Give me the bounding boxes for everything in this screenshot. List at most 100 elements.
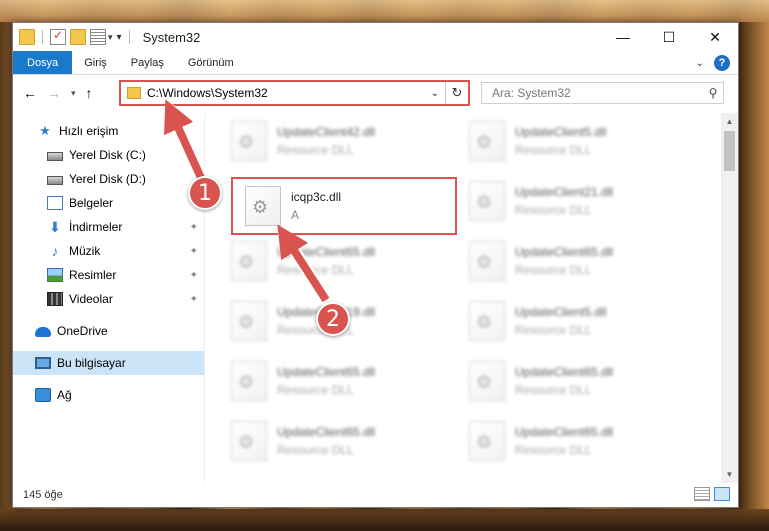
item-count: 145 öğe xyxy=(23,489,63,501)
pin-icon[interactable]: ✦ xyxy=(190,246,198,257)
sidebar-item-label: Yerel Disk (D:) xyxy=(69,172,146,186)
sidebar-item-label: Ağ xyxy=(57,388,72,402)
file-item[interactable]: UpdateClient65.dll Resource DLL xyxy=(219,415,439,467)
drive-icon xyxy=(47,176,63,185)
details-view-icon[interactable] xyxy=(694,487,710,501)
help-icon[interactable]: ? xyxy=(714,55,730,71)
view-buttons xyxy=(694,487,730,501)
customize-toolbar-icon[interactable]: ▾ xyxy=(117,32,122,43)
dll-file-icon xyxy=(231,421,267,461)
file-item[interactable]: UpdateClient65.dll Resource DLL xyxy=(219,235,439,287)
file-type: A xyxy=(291,208,300,222)
window-title: System32 xyxy=(142,29,201,45)
sidebar-item-network[interactable]: Ağ xyxy=(13,383,204,407)
refresh-icon[interactable]: ↻ xyxy=(446,85,468,101)
address-bar[interactable]: C:\Windows\System32 ⌄ ↻ xyxy=(119,80,470,106)
file-item[interactable]: UpdateClient42.dll Resource DLL xyxy=(219,115,439,167)
sidebar-item-label: OneDrive xyxy=(57,324,108,338)
explorer-body: ★ Hızlı erişim Yerel Disk (C:) Yerel Dis… xyxy=(13,113,738,483)
drive-icon xyxy=(47,152,63,161)
file-name: UpdateClient65.dll xyxy=(277,425,376,439)
file-item[interactable]: UpdateClient21.dll Resource DLL xyxy=(457,175,677,227)
sidebar-item-pictures[interactable]: Resimler ✦ xyxy=(13,263,204,287)
sidebar-item-local-disk-d[interactable]: Yerel Disk (D:) xyxy=(13,167,204,191)
recent-locations-icon[interactable]: ▾ xyxy=(71,88,76,99)
close-button[interactable]: ✕ xyxy=(692,23,738,51)
sidebar-item-label: İndirmeler xyxy=(69,220,123,234)
search-icon[interactable]: ⚲ xyxy=(703,86,723,100)
search-box[interactable]: Ara: System32 ⚲ xyxy=(481,82,724,104)
folder-icon xyxy=(19,29,35,45)
chevron-down-icon[interactable]: ⌄ xyxy=(696,58,704,69)
sidebar-item-this-pc[interactable]: Bu bilgisayar xyxy=(13,351,204,375)
sidebar-item-music[interactable]: ♪ Müzik ✦ xyxy=(13,239,204,263)
sidebar-item-local-disk-c[interactable]: Yerel Disk (C:) xyxy=(13,143,204,167)
up-arrow-icon[interactable]: ↑ xyxy=(86,85,93,101)
file-item[interactable]: UpdateClient65.dll Resource DLL xyxy=(457,235,677,287)
file-name: UpdateClient21.dll xyxy=(515,185,614,199)
address-path[interactable]: C:\Windows\System32 xyxy=(147,86,425,100)
sidebar-item-downloads[interactable]: ⬇ İndirmeler ✦ xyxy=(13,215,204,239)
pin-icon[interactable]: ✦ xyxy=(190,222,198,233)
sidebar-item-label: Belgeler xyxy=(69,196,114,210)
title-bar: ▾ ▾ System32 — ☐ ✕ xyxy=(13,23,738,51)
chevron-down-icon[interactable]: ⌄ xyxy=(425,82,446,104)
pictures-icon xyxy=(47,268,63,282)
videos-icon xyxy=(47,292,63,306)
network-icon xyxy=(35,388,51,402)
dll-file-icon xyxy=(231,241,267,281)
file-name: UpdateClient5.dll xyxy=(515,125,607,139)
scroll-down-icon[interactable]: ▼ xyxy=(721,466,738,483)
file-type: Resource DLL xyxy=(515,383,592,397)
chevron-down-icon[interactable]: ▾ xyxy=(108,32,113,43)
file-item[interactable]: UpdateClient65.dll Resource DLL xyxy=(457,415,677,467)
properties-check-icon[interactable] xyxy=(50,28,66,45)
file-list: UpdateClient42.dll Resource DLL icqp3c.dl… xyxy=(205,113,738,483)
file-explorer-window: ▾ ▾ System32 — ☐ ✕ Dosya Giriş Paylaş Gö… xyxy=(12,22,739,508)
sidebar-item-videos[interactable]: Videolar ✦ xyxy=(13,287,204,311)
file-item-highlighted[interactable]: icqp3c.dll A xyxy=(231,177,457,235)
pin-icon[interactable]: ✦ xyxy=(190,270,198,281)
file-item[interactable]: UpdateClient5.dll Resource DLL xyxy=(457,295,677,347)
desktop-bottom-strip xyxy=(0,509,769,531)
sidebar-item-label: Yerel Disk (C:) xyxy=(69,148,146,162)
pin-icon[interactable]: ✦ xyxy=(190,294,198,305)
sidebar-item-label: Bu bilgisayar xyxy=(57,356,126,370)
vertical-scrollbar[interactable]: ▲ ▼ xyxy=(721,113,738,483)
dll-file-icon xyxy=(231,301,267,341)
back-arrow-icon[interactable]: ← xyxy=(23,85,37,101)
forward-arrow-icon[interactable]: → xyxy=(47,85,61,101)
scrollbar-thumb[interactable] xyxy=(724,131,735,171)
dll-file-icon xyxy=(469,241,505,281)
file-item[interactable]: UpdateClient65.dll Resource DLL xyxy=(457,355,677,407)
folder-icon xyxy=(127,87,141,99)
tab-view[interactable]: Görünüm xyxy=(176,51,246,74)
sidebar-item-documents[interactable]: Belgeler ✦ xyxy=(13,191,204,215)
view-list-icon[interactable] xyxy=(90,29,106,45)
minimize-button[interactable]: — xyxy=(600,23,646,51)
file-name: UpdateClient5.dll xyxy=(515,305,607,319)
file-name: UpdateClient65.dll xyxy=(277,245,376,259)
file-item[interactable]: UpdateClient5.dll Resource DLL xyxy=(457,115,677,167)
maximize-button[interactable]: ☐ xyxy=(646,23,692,51)
dll-file-icon xyxy=(469,121,505,161)
sidebar-item-onedrive[interactable]: OneDrive xyxy=(13,319,204,343)
dll-file-icon xyxy=(469,181,505,221)
file-type: Resource DLL xyxy=(515,443,592,457)
tab-home[interactable]: Giriş xyxy=(72,51,119,74)
file-type: Resource DLL xyxy=(515,323,592,337)
file-item[interactable]: UpdateClient65.dll Resource DLL xyxy=(219,355,439,407)
file-type: Resource DLL xyxy=(277,263,354,277)
tab-file[interactable]: Dosya xyxy=(13,51,73,74)
file-name: icqp3c.dll xyxy=(291,190,342,204)
new-folder-icon[interactable] xyxy=(70,29,86,45)
navigation-pane: ★ Hızlı erişim Yerel Disk (C:) Yerel Dis… xyxy=(13,113,205,483)
search-input[interactable]: Ara: System32 xyxy=(492,86,703,100)
tab-share[interactable]: Paylaş xyxy=(119,51,176,74)
tiles-view-icon[interactable] xyxy=(714,487,730,501)
status-bar: 145 öğe xyxy=(13,483,738,507)
sidebar-item-quick-access[interactable]: ★ Hızlı erişim xyxy=(13,119,204,143)
scroll-up-icon[interactable]: ▲ xyxy=(721,113,738,130)
address-row: ← → ▾ ↑ C:\Windows\System32 ⌄ ↻ Ara: Sys… xyxy=(13,75,738,111)
documents-icon xyxy=(47,196,63,210)
